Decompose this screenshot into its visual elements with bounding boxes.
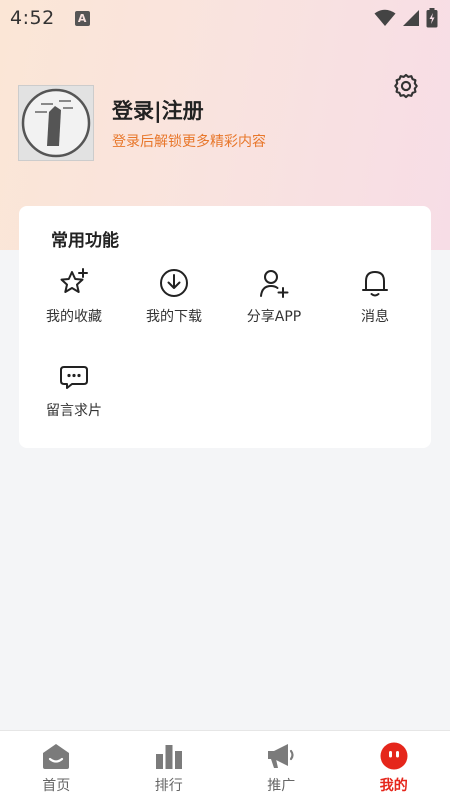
battery-icon: [426, 8, 438, 28]
func-messages[interactable]: 消息: [325, 266, 425, 336]
login-register-title[interactable]: 登录|注册: [112, 95, 266, 125]
wifi-icon: [374, 9, 396, 26]
func-label: 分享APP: [246, 309, 302, 325]
login-subtitle: 登录后解锁更多精彩内容: [112, 134, 266, 150]
bottom-nav: 首页 排行 推广 我的: [0, 730, 450, 800]
func-downloads[interactable]: 我的下载: [124, 266, 224, 336]
avatar-image: [19, 86, 93, 160]
face-icon: [380, 742, 408, 770]
nav-label: 推广: [267, 778, 296, 794]
home-icon: [43, 744, 70, 769]
status-time: 4:52: [10, 7, 55, 29]
message-icon: [60, 366, 88, 389]
func-share-app[interactable]: 分享APP: [224, 266, 324, 336]
settings-gear-icon[interactable]: [392, 72, 420, 100]
nav-label: 我的: [379, 778, 408, 794]
nav-item-ranking[interactable]: 排行: [113, 731, 226, 800]
nav-label: 首页: [42, 778, 71, 794]
func-label: 留言求片: [46, 403, 102, 419]
nav-item-promote[interactable]: 推广: [225, 731, 338, 800]
bell-icon: [362, 271, 388, 297]
profile-header[interactable]: 登录|注册 登录后解锁更多精彩内容: [18, 85, 266, 161]
common-functions-card: 常用功能 我的收藏 我的下载 分享APP 消息 留言求片: [19, 206, 431, 448]
func-favorites[interactable]: 我的收藏: [24, 266, 124, 336]
star-plus-icon: [60, 268, 88, 293]
bar-chart-icon: [155, 745, 182, 769]
avatar[interactable]: [18, 85, 94, 161]
func-request-film[interactable]: 留言求片: [24, 360, 124, 430]
func-label: 我的收藏: [46, 309, 102, 325]
nav-label: 排行: [154, 778, 183, 794]
status-bar: 4:52 A: [0, 0, 450, 36]
megaphone-icon: [268, 744, 294, 768]
add-user-icon: [260, 270, 289, 298]
nav-item-mine[interactable]: 我的: [338, 731, 450, 800]
func-label: 消息: [361, 309, 389, 325]
nav-item-home[interactable]: 首页: [0, 731, 113, 800]
card-title: 常用功能: [51, 231, 119, 251]
download-icon: [160, 269, 188, 297]
accessibility-icon: A: [74, 10, 90, 26]
signal-icon: [403, 10, 419, 26]
func-label: 我的下载: [146, 309, 202, 325]
